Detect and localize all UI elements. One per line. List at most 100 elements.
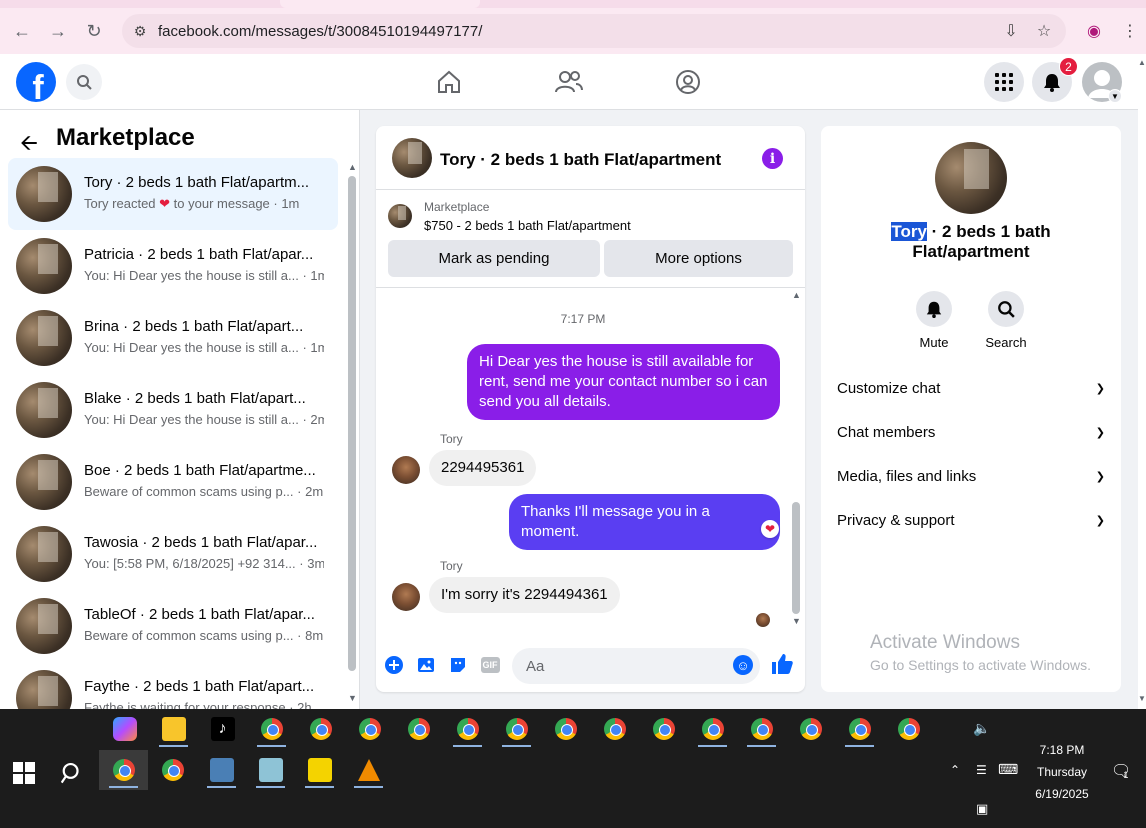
chrome-profile-icon[interactable]	[737, 709, 786, 749]
listing-thumbnail[interactable]	[388, 204, 412, 228]
sender-avatar[interactable]	[392, 456, 420, 484]
heart-reaction-icon[interactable]: ❤	[761, 520, 779, 538]
conversation-avatar[interactable]	[16, 670, 72, 709]
conversation-avatar[interactable]	[16, 166, 72, 222]
scrollbar-thumb[interactable]	[792, 502, 800, 614]
tiktok-icon[interactable]: ♪	[198, 709, 247, 749]
mute-button[interactable]: Mute	[904, 291, 964, 350]
conversation-item[interactable]: Tawosia · 2 beds 1 bath Flat/apar... You:…	[8, 518, 338, 590]
keyboard-icon[interactable]: ⌨	[998, 761, 1018, 778]
scroll-down-icon[interactable]: ▼	[348, 693, 357, 703]
more-options-button[interactable]: More options	[604, 240, 793, 277]
chrome-profile-icon[interactable]	[786, 709, 835, 749]
chevron-down-icon[interactable]: ❯	[1096, 426, 1105, 439]
app-icon[interactable]	[246, 750, 295, 790]
chrome-profile-icon[interactable]	[688, 709, 737, 749]
chrome-profile-icon[interactable]	[296, 709, 345, 749]
chevron-down-icon[interactable]: ▼	[1108, 89, 1122, 103]
conversation-avatar[interactable]	[16, 526, 72, 582]
info-icon[interactable]: i	[762, 148, 783, 169]
message-bubble-outgoing[interactable]: Hi Dear yes the house is still available…	[467, 344, 780, 420]
conversation-avatar[interactable]	[16, 598, 72, 654]
chat-avatar[interactable]	[392, 138, 432, 178]
scroll-up-icon[interactable]: ▲	[1138, 58, 1146, 67]
details-avatar[interactable]	[935, 142, 1007, 214]
app-icon[interactable]	[197, 750, 246, 790]
thumbs-up-icon[interactable]	[770, 652, 794, 683]
message-input[interactable]	[512, 648, 760, 684]
back-icon[interactable]: ←	[9, 18, 35, 44]
conversation-item[interactable]: Brina · 2 beds 1 bath Flat/apart... You: …	[8, 302, 338, 374]
url-text[interactable]: facebook.com/messages/t/3008451019449717…	[158, 23, 482, 40]
mark-as-pending-button[interactable]: Mark as pending	[388, 240, 600, 277]
scrollbar-thumb[interactable]	[348, 176, 356, 671]
bookmark-star-icon[interactable]: ☆	[1031, 18, 1057, 44]
scroll-up-icon[interactable]: ▲	[792, 290, 801, 300]
message-bubble-incoming[interactable]: 2294495361	[429, 450, 537, 486]
listing-price[interactable]: $750 - 2 beds 1 bath Flat/apartment	[424, 218, 631, 233]
browser-menu-icon[interactable]: ⋮	[1117, 18, 1143, 44]
media-files-links-section[interactable]: Media, files and links ❯	[837, 458, 1105, 494]
page-scrollbar[interactable]: ▲ ▼	[1138, 54, 1146, 709]
chrome-profile-icon[interactable]	[639, 709, 688, 749]
windows-start-icon[interactable]	[10, 759, 38, 787]
chevron-down-icon[interactable]: ❯	[1096, 514, 1105, 527]
chat-scrollbar[interactable]: ▲ ▼	[790, 288, 802, 628]
chrome-profile-icon[interactable]	[590, 709, 639, 749]
scroll-down-icon[interactable]: ▼	[1138, 694, 1146, 703]
meet-now-icon[interactable]: ▣	[976, 801, 988, 817]
chrome-profile-icon[interactable]	[148, 750, 197, 790]
file-explorer-icon[interactable]	[149, 709, 198, 749]
home-icon[interactable]	[433, 66, 465, 98]
photo-icon[interactable]	[415, 654, 437, 676]
conversation-item[interactable]: Patricia · 2 beds 1 bath Flat/apar... You…	[8, 230, 338, 302]
forward-icon[interactable]: →	[45, 18, 71, 44]
bell-icon[interactable]	[916, 291, 952, 327]
groups-icon[interactable]	[672, 66, 704, 98]
scroll-down-icon[interactable]: ▼	[792, 616, 801, 626]
chat-members-section[interactable]: Chat members ❯	[837, 414, 1105, 450]
notification-center-icon[interactable]: 🗨1	[1111, 761, 1136, 781]
chrome-profile-icon[interactable]	[345, 709, 394, 749]
details-title[interactable]: Tory · 2 beds 1 bath Flat/apartment	[841, 222, 1101, 262]
chrome-profile-icon[interactable]	[247, 709, 296, 749]
plus-icon[interactable]	[383, 654, 405, 676]
sticky-notes-icon[interactable]	[295, 750, 344, 790]
menu-grid-icon[interactable]	[984, 62, 1024, 102]
chrome-profile-icon[interactable]	[835, 709, 884, 749]
conversation-item[interactable]: TableOf · 2 beds 1 bath Flat/apar... Bewa…	[8, 590, 338, 662]
privacy-support-section[interactable]: Privacy & support ❯	[837, 502, 1105, 538]
gif-icon[interactable]: GIF	[479, 654, 501, 676]
sender-avatar[interactable]	[392, 583, 420, 611]
conversation-item[interactable]: Tory · 2 beds 1 bath Flat/apartm... Tory …	[8, 158, 338, 230]
search-icon[interactable]	[988, 291, 1024, 327]
chrome-active-icon[interactable]	[99, 750, 148, 790]
facebook-logo-icon[interactable]: f	[16, 62, 56, 102]
chevron-down-icon[interactable]: ❯	[1096, 382, 1105, 395]
network-icon[interactable]: ☰	[976, 763, 987, 777]
search-button[interactable]: Search	[976, 291, 1036, 350]
chrome-profile-icon[interactable]	[394, 709, 443, 749]
conversation-avatar[interactable]	[16, 454, 72, 510]
site-info-icon[interactable]: ⚙	[122, 23, 158, 40]
profile-icon[interactable]: ◉	[1081, 18, 1107, 44]
conversation-item[interactable]: Blake · 2 beds 1 bath Flat/apart... You: …	[8, 374, 338, 446]
chevron-down-icon[interactable]: ❯	[1096, 470, 1105, 483]
conversation-item[interactable]: Boe · 2 beds 1 bath Flat/apartme... Bewar…	[8, 446, 338, 518]
scroll-up-icon[interactable]: ▲	[348, 162, 357, 172]
address-bar[interactable]: ⚙ facebook.com/messages/t/30084510194497…	[122, 14, 1066, 48]
install-app-icon[interactable]: ⇩	[998, 18, 1024, 44]
emoji-icon[interactable]: ☺	[733, 655, 753, 675]
conversation-avatar[interactable]	[16, 238, 72, 294]
chat-title[interactable]: Tory · 2 beds 1 bath Flat/apartment	[440, 150, 721, 170]
friends-icon[interactable]	[553, 66, 585, 98]
reload-icon[interactable]: ↻	[81, 18, 107, 44]
conversation-item[interactable]: Faythe · 2 beds 1 bath Flat/apart... Fayt…	[8, 662, 338, 709]
chrome-profile-icon[interactable]	[492, 709, 541, 749]
vlc-icon[interactable]	[344, 750, 393, 790]
search-icon[interactable]	[66, 64, 102, 100]
active-tab[interactable]	[280, 0, 480, 8]
chrome-profile-icon[interactable]	[541, 709, 590, 749]
message-bubble-outgoing[interactable]: Thanks I'll message you in a moment.	[509, 494, 780, 550]
taskbar-clock[interactable]: 7:18 PM Thursday 6/19/2025	[1030, 739, 1094, 805]
